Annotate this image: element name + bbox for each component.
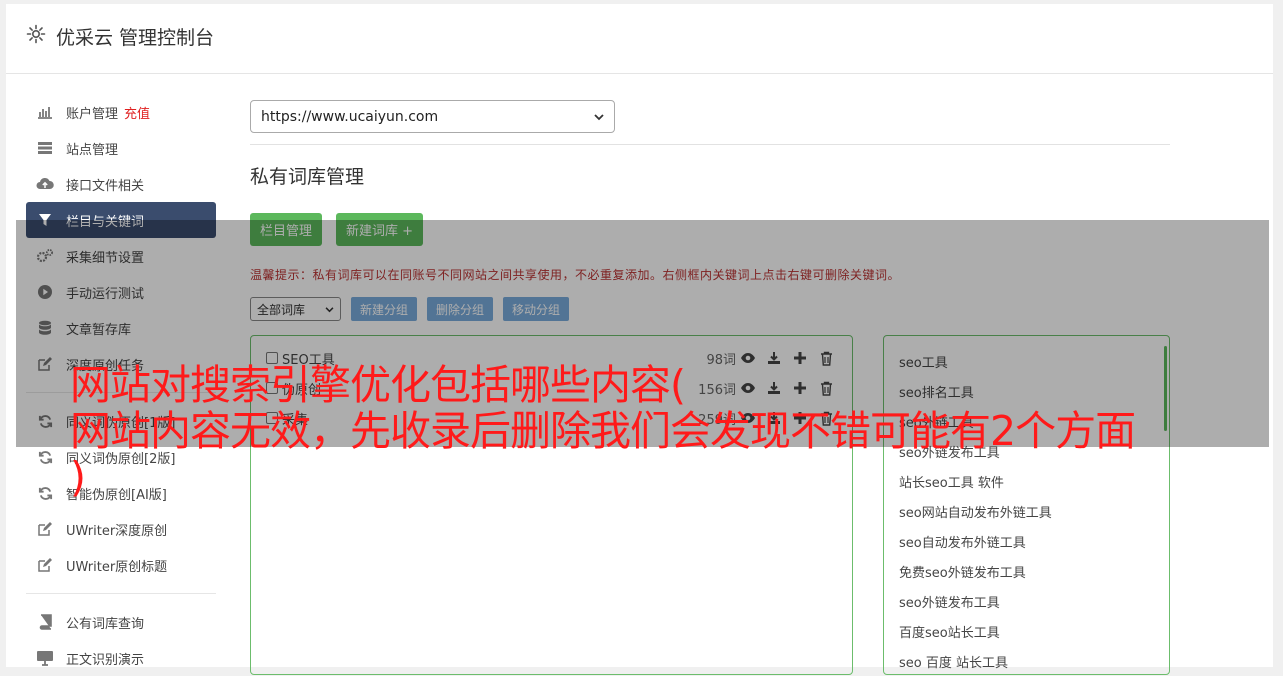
- site-select-value: https://www.ucaiyun.com: [261, 108, 439, 125]
- page-title: 私有词库管理: [250, 166, 365, 188]
- sidebar-item-interface[interactable]: 接口文件相关: [26, 166, 216, 202]
- sidebar-item-label: UWriter深度原创: [66, 523, 168, 539]
- keyword-item[interactable]: seo网站自动发布外链工具: [884, 496, 1169, 526]
- headline-line: 网站内容无效，先收录后删除我们会发现不错可能有2个方面: [70, 407, 1136, 455]
- sidebar-divider: [26, 593, 216, 594]
- sidebar-item-label: UWriter原创标题: [66, 559, 168, 575]
- sidebar-item-label: 正文识别演示: [66, 652, 145, 668]
- sidebar-item-label: 站点管理: [66, 142, 119, 158]
- site-select[interactable]: https://www.ucaiyun.com: [250, 100, 615, 133]
- header-bar: 优采云 管理控制台: [6, 4, 1273, 74]
- sidebar-item-label: 账户管理: [66, 106, 119, 122]
- headline-line: ): [70, 453, 86, 501]
- refresh-icon: [36, 484, 54, 502]
- recharge-link[interactable]: 充值: [124, 103, 150, 122]
- sidebar-item-uwriter-title[interactable]: UWriter原创标题: [26, 547, 216, 583]
- bar-chart-icon: [36, 103, 54, 121]
- keyword-item[interactable]: seo自动发布外链工具: [884, 526, 1169, 556]
- keyword-item[interactable]: 免费seo外链发布工具: [884, 556, 1169, 586]
- divider: [250, 144, 1170, 145]
- sidebar-item-uwriter-deep[interactable]: UWriter深度原创: [26, 511, 216, 547]
- refresh-icon: [36, 448, 54, 466]
- keyword-item[interactable]: seo外链发布工具: [884, 586, 1169, 616]
- sidebar-item-account[interactable]: 账户管理 充值: [26, 94, 216, 130]
- headline-line: 网站对搜索引擎优化包括哪些内容(: [70, 361, 686, 409]
- monitor-icon: [36, 649, 54, 667]
- sidebar-item-content-recognition[interactable]: 正文识别演示: [26, 640, 216, 676]
- overlay-headline: 网站对搜索引擎优化包括哪些内容( 网站内容无效，先收录后删除我们会发现不错可能有…: [70, 362, 1230, 500]
- app-title: 优采云 管理控制台: [56, 27, 215, 49]
- chevron-down-icon: [594, 109, 604, 125]
- sidebar-item-public-library[interactable]: 公有词库查询: [26, 604, 216, 640]
- gear-icon[interactable]: [26, 24, 46, 44]
- cloud-upload-icon: [36, 175, 54, 193]
- keyword-item[interactable]: 百度seo站长工具: [884, 616, 1169, 646]
- sidebar-item-label: 公有词库查询: [66, 616, 145, 632]
- book-icon: [36, 613, 54, 631]
- server-icon: [36, 139, 54, 157]
- sidebar-item-label: 接口文件相关: [66, 178, 145, 194]
- keyword-item[interactable]: seo 百度 站长工具: [884, 646, 1169, 674]
- sidebar-item-sites[interactable]: 站点管理: [26, 130, 216, 166]
- edit-icon: [36, 520, 54, 538]
- edit-icon: [36, 556, 54, 574]
